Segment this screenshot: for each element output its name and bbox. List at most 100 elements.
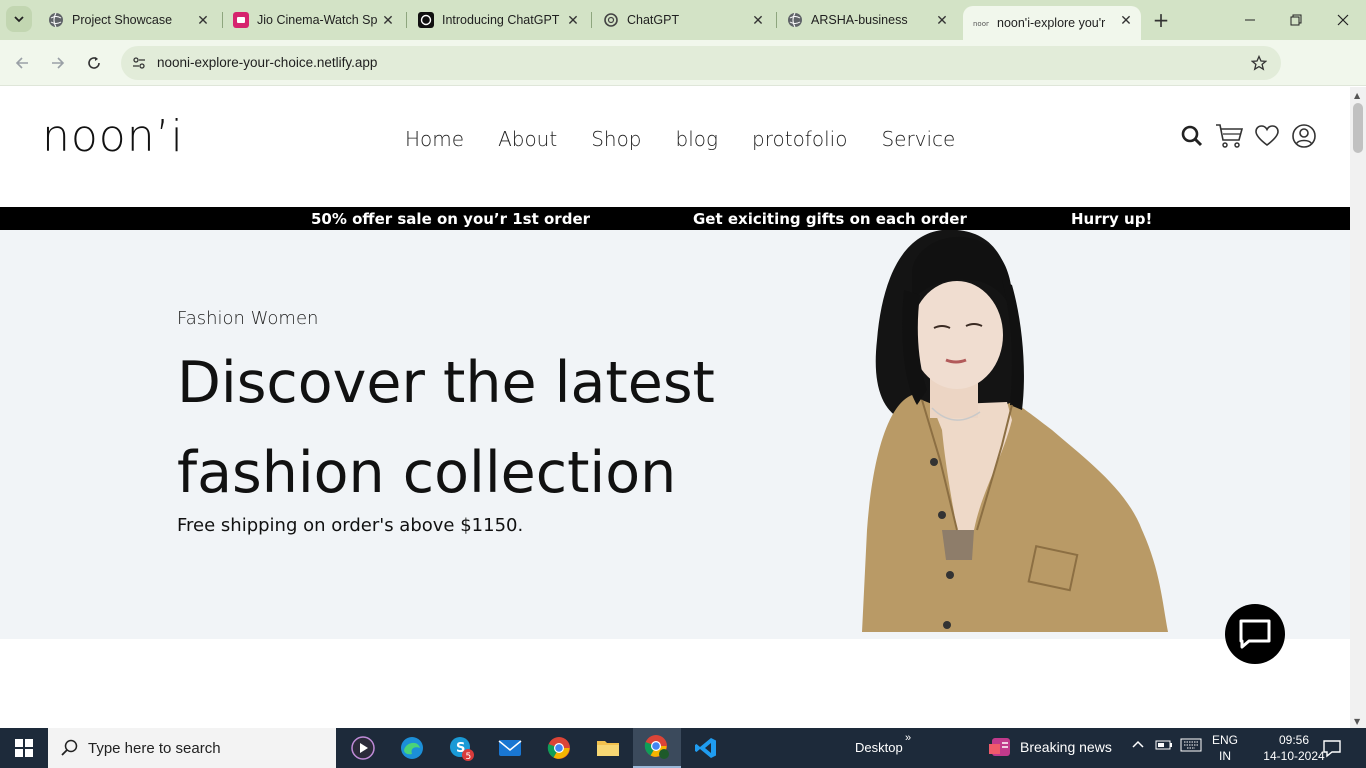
header-icons — [1180, 123, 1317, 149]
system-clock[interactable]: 09:56 14-10-2024 — [1256, 732, 1332, 764]
edge-icon[interactable] — [388, 728, 436, 768]
desktop-toolbar-label[interactable]: Desktop — [855, 740, 903, 755]
arrow-left-icon — [15, 57, 28, 69]
back-button[interactable] — [10, 51, 34, 75]
new-tab-button[interactable]: + — [1151, 8, 1171, 32]
reload-icon — [88, 57, 100, 69]
close-tab-icon[interactable]: ✕ — [933, 11, 951, 29]
nav-blog[interactable]: blog — [676, 127, 719, 151]
hero-subtext: Free shipping on order's above $1150. — [177, 515, 524, 536]
tab-separator — [222, 12, 223, 28]
tab-separator — [406, 12, 407, 28]
page-scrollbar[interactable]: ▲ ▼ — [1350, 87, 1366, 728]
news-widget[interactable]: Breaking news — [988, 736, 1112, 758]
marquee-item: Get exiciting gifts on each order — [693, 210, 967, 228]
tab-label: Introducing ChatGPT — [442, 13, 560, 27]
tray-overflow-icon[interactable] — [1131, 738, 1145, 755]
hero-headline: Discover the latest fashion collection — [177, 350, 715, 506]
start-button[interactable] — [0, 728, 48, 768]
hero-model-image — [862, 230, 1168, 632]
close-tab-icon[interactable]: ✕ — [194, 11, 212, 29]
keyboard-icon[interactable] — [1180, 738, 1202, 755]
address-bar[interactable]: nooni-explore-your-choice.netlify.app — [121, 46, 1281, 80]
user-icon[interactable] — [1291, 123, 1317, 149]
windows-logo-icon — [15, 739, 33, 757]
close-tab-icon[interactable]: ✕ — [1117, 11, 1135, 29]
media-player-icon[interactable] — [339, 728, 387, 768]
web-page: noon’i Home About Shop blog protofolio S… — [0, 87, 1350, 728]
nav-home[interactable]: Home — [405, 127, 464, 151]
tab-separator — [591, 12, 592, 28]
browser-toolbar: nooni-explore-your-choice.netlify.app a — [0, 40, 1366, 113]
svg-text:noon'i: noon'i — [973, 20, 989, 28]
chat-support-button[interactable] — [1225, 604, 1285, 664]
tab-label: Jio Cinema-Watch Sp — [257, 13, 378, 27]
heart-icon[interactable] — [1254, 124, 1280, 148]
tab-jio-cinema[interactable]: Jio Cinema-Watch Sp ✕ — [233, 6, 397, 34]
arrow-right-icon — [52, 57, 65, 69]
tab-arsha-business[interactable]: ARSHA-business ✕ — [787, 6, 951, 34]
vscode-icon[interactable] — [682, 728, 730, 768]
jio-cinema-icon — [233, 12, 249, 28]
cart-icon[interactable] — [1215, 123, 1243, 149]
language-indicator[interactable]: ENG IN — [1212, 732, 1238, 764]
tab-project-showcase[interactable]: Project Showcase ✕ — [48, 6, 212, 34]
windows-taskbar: Type here to search S5 Desktop » Breakin… — [0, 728, 1366, 768]
chat-bubble-icon — [1239, 619, 1271, 649]
taskbar-search-box[interactable]: Type here to search — [48, 728, 336, 768]
nav-protofolio[interactable]: protofolio — [752, 127, 847, 151]
tab-label: noon'i-explore you'r — [997, 16, 1105, 30]
clock-date: 14-10-2024 — [1263, 749, 1325, 763]
nav-shop[interactable]: Shop — [591, 127, 641, 151]
close-tab-icon[interactable]: ✕ — [749, 11, 767, 29]
battery-icon[interactable] — [1155, 738, 1173, 755]
browser-tab-strip: Project Showcase ✕ Jio Cinema-Watch Sp ✕… — [0, 0, 1366, 40]
search-icon — [60, 738, 80, 758]
scroll-up-icon[interactable]: ▲ — [1354, 91, 1360, 100]
chrome-icon[interactable] — [535, 728, 583, 768]
nav-service[interactable]: Service — [881, 127, 955, 151]
nooni-favicon-icon: noon'i — [973, 15, 989, 31]
language-code: ENG — [1212, 733, 1239, 747]
url-text: nooni-explore-your-choice.netlify.app — [157, 55, 378, 70]
offer-marquee: 50% offer sale on you’r 1st order Get ex… — [0, 207, 1350, 230]
clock-time: 09:56 — [1278, 733, 1310, 747]
tab-label: Project Showcase — [72, 13, 173, 27]
skype-badge: 5 — [466, 752, 472, 761]
site-info-icon[interactable] — [129, 53, 149, 73]
forward-button[interactable] — [46, 51, 70, 75]
toolbar-expand-icon[interactable]: » — [905, 732, 911, 744]
news-icon — [989, 738, 1010, 756]
notification-center-icon[interactable] — [1322, 738, 1342, 758]
chrome-profile-icon[interactable] — [633, 728, 681, 768]
restore-button[interactable] — [1284, 8, 1308, 32]
scroll-thumb[interactable] — [1353, 103, 1363, 153]
close-window-button[interactable] — [1331, 8, 1355, 32]
chevron-down-icon — [14, 16, 24, 23]
bookmark-star-icon[interactable] — [1249, 53, 1269, 73]
main-nav: Home About Shop blog protofolio Service — [405, 127, 989, 151]
tab-nooni-active[interactable]: noon'i noon'i-explore you'r ✕ — [963, 6, 1141, 40]
tab-search-button[interactable] — [6, 6, 32, 32]
tab-introducing-chatgpt[interactable]: Introducing ChatGPT ✕ — [418, 6, 582, 34]
hero-kicker: Fashion Women — [177, 308, 319, 329]
close-tab-icon[interactable]: ✕ — [379, 11, 397, 29]
scroll-down-icon[interactable]: ▼ — [1354, 717, 1360, 726]
skype-icon[interactable]: S5 — [437, 728, 485, 768]
globe-icon — [48, 12, 64, 28]
tab-label: ARSHA-business — [811, 13, 908, 27]
tab-separator — [776, 12, 777, 28]
marquee-item: Hurry up! — [1071, 210, 1153, 228]
file-explorer-icon[interactable] — [584, 728, 632, 768]
minimize-button[interactable] — [1238, 8, 1262, 32]
openai-icon — [418, 12, 434, 28]
mail-icon[interactable] — [486, 728, 534, 768]
search-placeholder: Type here to search — [88, 739, 221, 757]
site-logo[interactable]: noon’i — [42, 111, 184, 162]
tab-chatgpt[interactable]: ChatGPT ✕ — [603, 6, 767, 34]
close-tab-icon[interactable]: ✕ — [564, 11, 582, 29]
nav-about[interactable]: About — [498, 127, 557, 151]
search-icon[interactable] — [1180, 124, 1204, 148]
reload-button[interactable] — [82, 51, 106, 75]
globe-icon — [787, 12, 803, 28]
